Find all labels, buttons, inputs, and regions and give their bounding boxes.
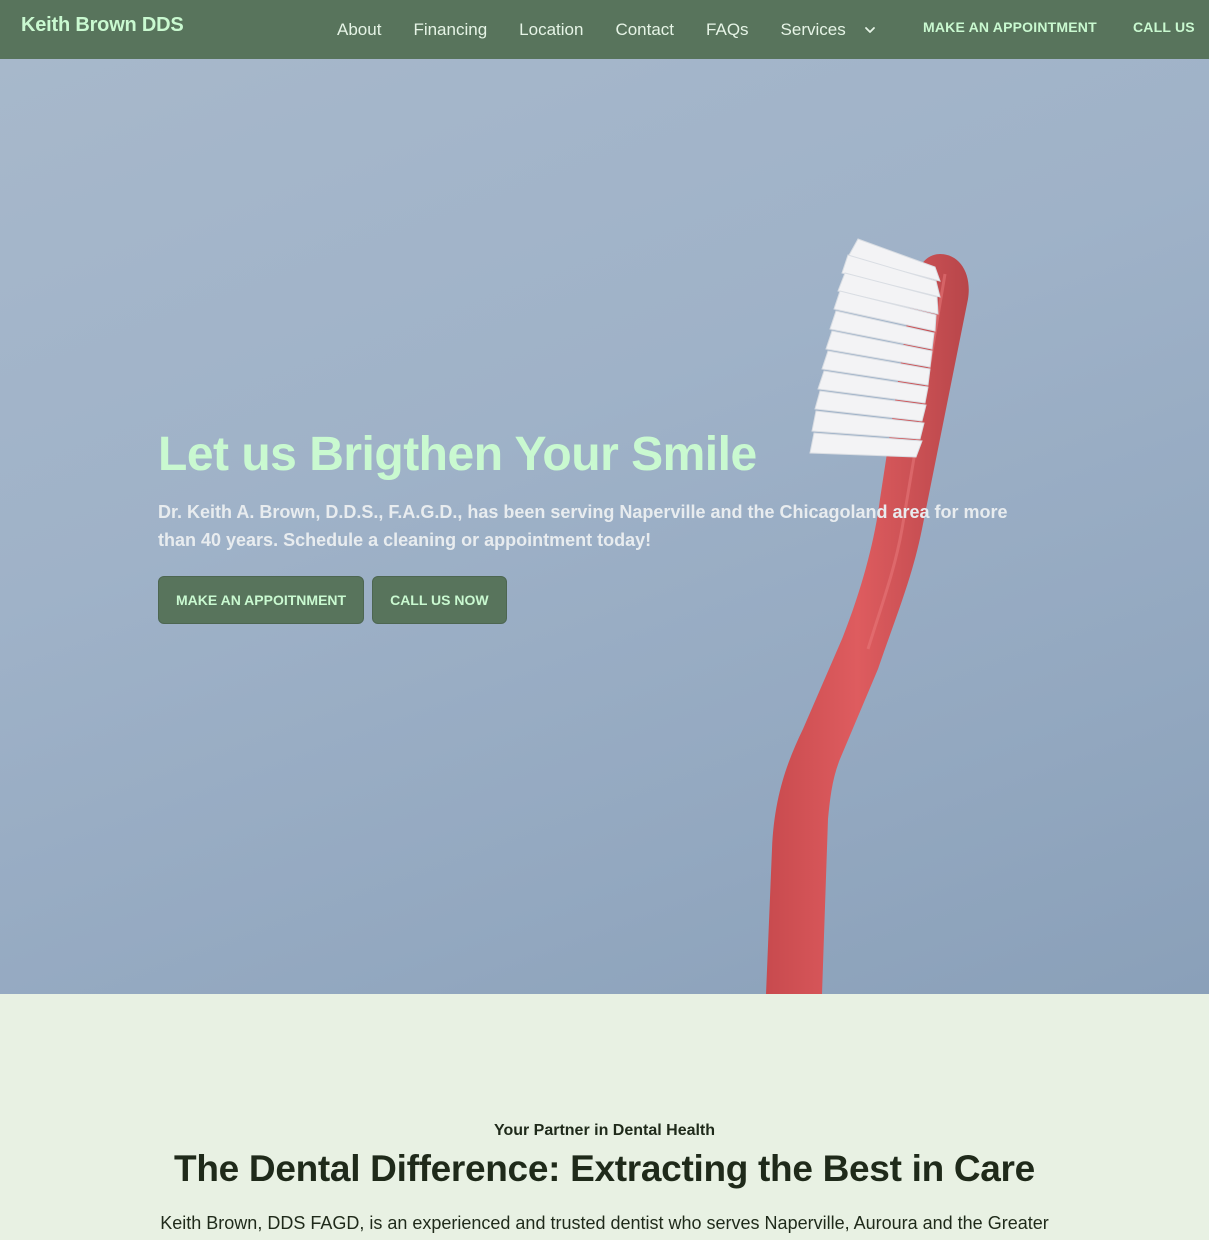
call-us-now-button[interactable]: CALL US NOW [372, 576, 507, 624]
nav-links: About Financing Location Contact FAQs Se… [337, 0, 880, 59]
nav-link-about[interactable]: About [337, 20, 381, 40]
brand-logo-text[interactable]: Keith Brown DDS [21, 14, 184, 37]
chevron-down-icon[interactable] [860, 20, 880, 40]
hero-buttons: MAKE AN APPOITNMENT CALL US NOW [158, 576, 1038, 624]
nav-link-location[interactable]: Location [519, 20, 583, 40]
hero-title: Let us Brigthen Your Smile [158, 428, 757, 481]
section-eyebrow: Your Partner in Dental Health [493, 1122, 716, 1139]
section-description: Keith Brown, DDS FAGD, is an experienced… [160, 1213, 1049, 1233]
make-appointment-button[interactable]: MAKE AN APPOITNMENT [158, 576, 365, 624]
nav-make-appointment-link[interactable]: MAKE AN APPOINTMENT [923, 19, 1097, 35]
nav-link-financing[interactable]: Financing [413, 20, 487, 40]
nav-link-faqs[interactable]: FAQs [706, 20, 749, 40]
hero-section: Let us Brigthen Your Smile Dr. Keith A. … [0, 59, 1209, 994]
nav-call-us-link[interactable]: CALL US [1133, 19, 1195, 35]
hero-subtitle: Dr. Keith A. Brown, D.D.S., F.A.G.D., ha… [158, 502, 1008, 550]
section-title: The Dental Difference: Extracting the Be… [174, 1148, 1035, 1189]
top-navbar: Keith Brown DDS About Financing Location… [0, 0, 1209, 59]
dental-difference-section: Your Partner in Dental Health The Dental… [0, 994, 1209, 1240]
nav-link-services[interactable]: Services [781, 20, 846, 40]
hero-content: Let us Brigthen Your Smile Dr. Keith A. … [158, 426, 1038, 624]
nav-link-contact[interactable]: Contact [615, 20, 674, 40]
